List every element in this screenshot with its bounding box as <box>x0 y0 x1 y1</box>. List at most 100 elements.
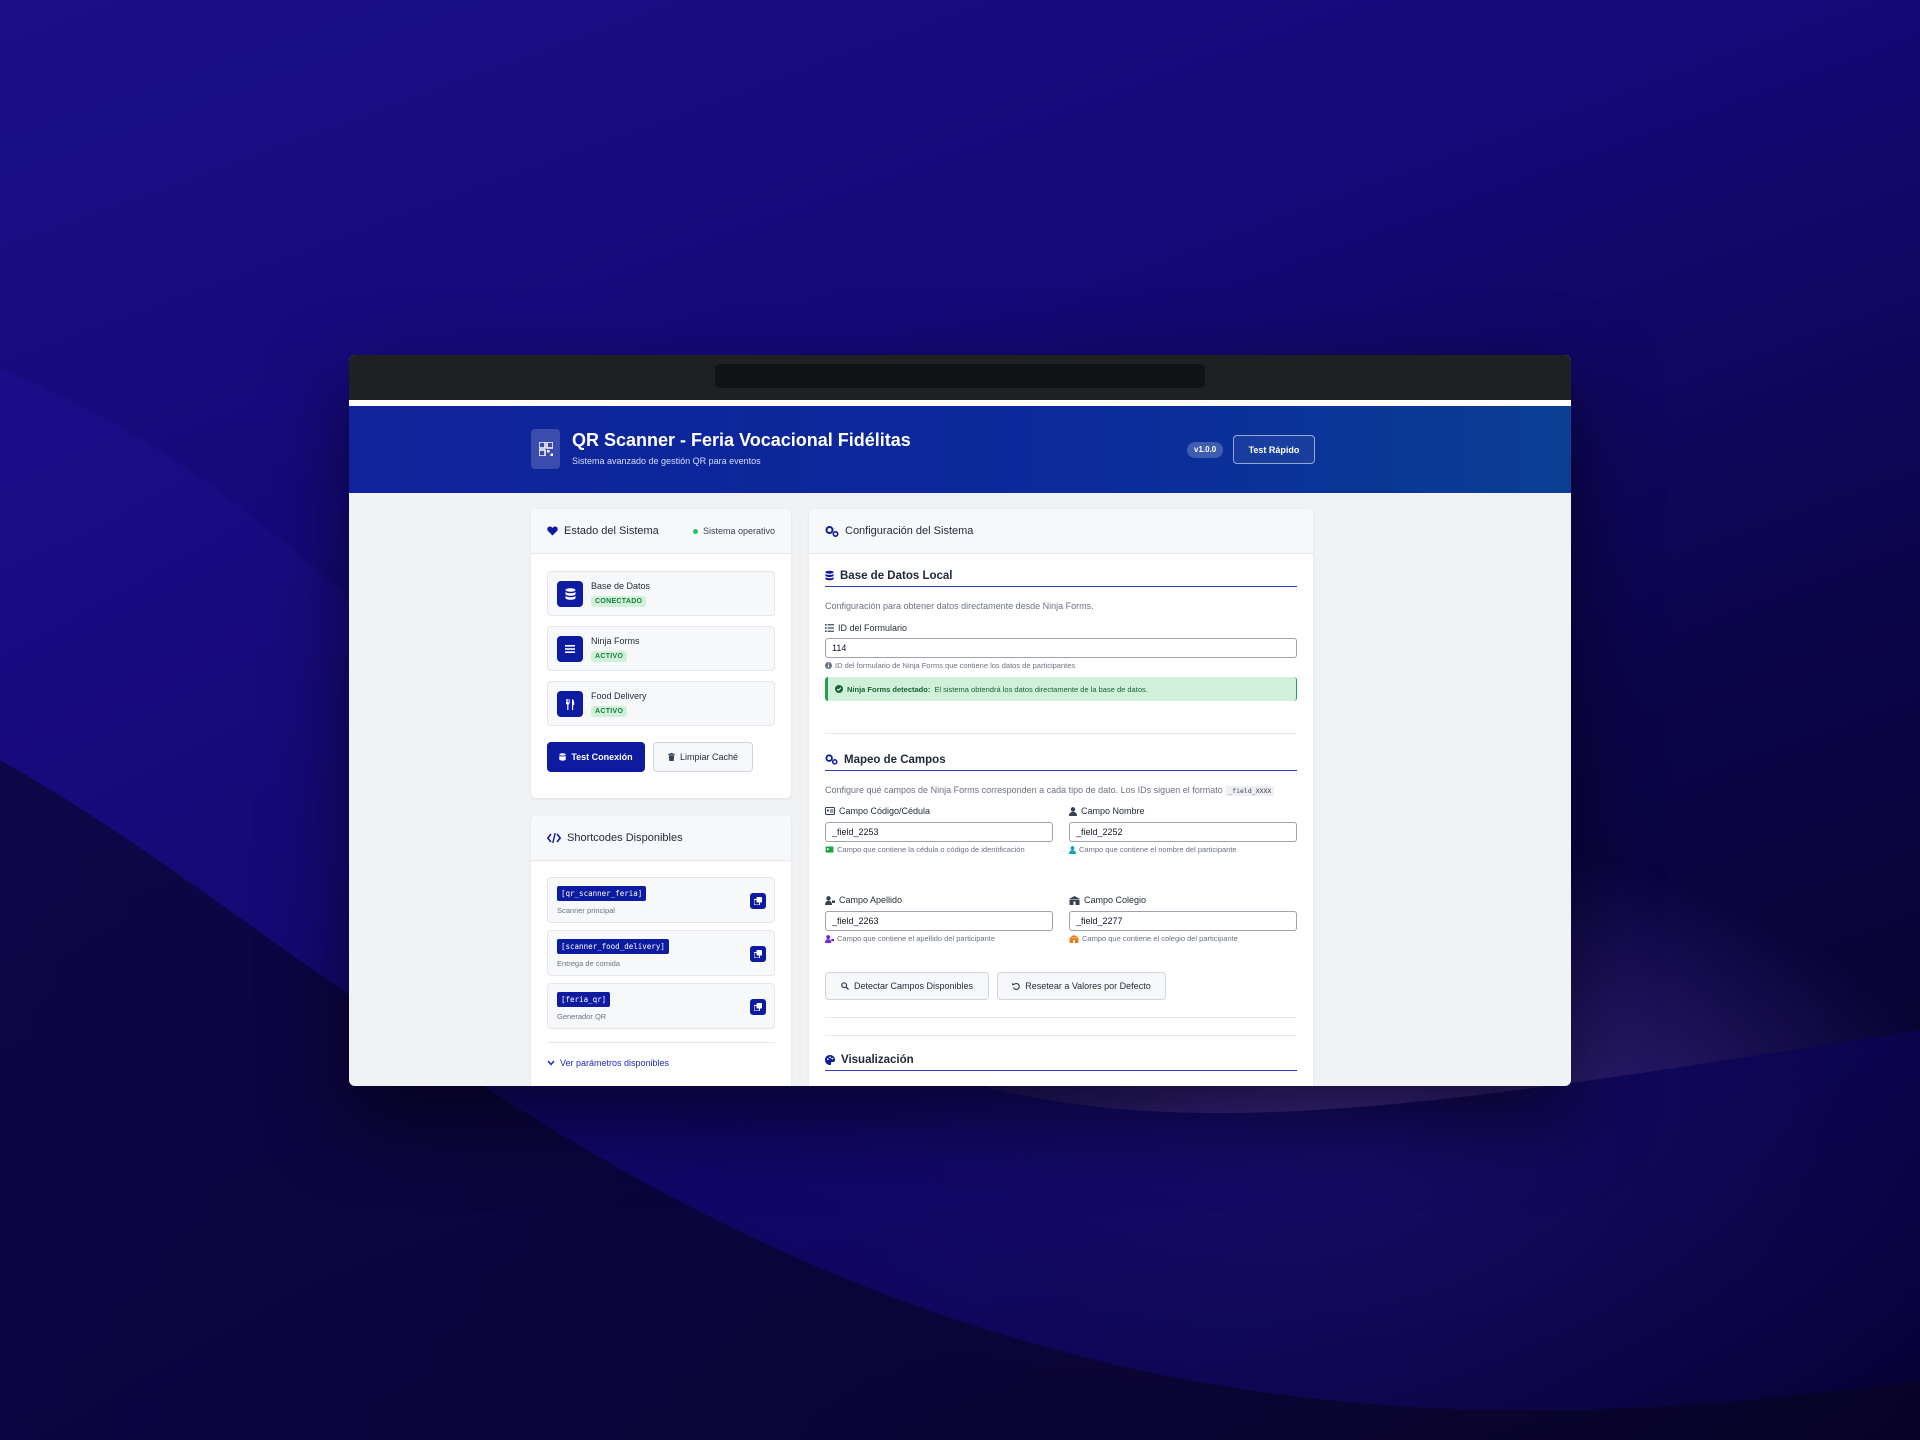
copy-icon[interactable] <box>750 999 766 1015</box>
database-icon <box>559 753 567 761</box>
field-code-hint-text: Campo que contiene la cédula o código de… <box>837 845 1025 854</box>
field-mapping-title: Mapeo de Campos <box>844 753 946 766</box>
field-school-label-text: Campo Colegio <box>1084 895 1147 905</box>
detect-fields-button[interactable]: Detectar Campos Disponibles <box>825 972 989 1000</box>
field-code-label: Campo Código/Cédula <box>825 806 930 816</box>
system-status-text: Sistema operativo <box>702 526 775 536</box>
divider <box>825 1017 1297 1018</box>
service-item-ninja-forms: Ninja Forms ACTIVO <box>547 626 775 671</box>
field-name-label-text: Campo Nombre <box>1081 806 1145 816</box>
shortcode-code: [scanner_food_delivery] <box>557 939 669 954</box>
app-subtitle: Sistema avanzado de gestión QR para even… <box>572 456 761 466</box>
database-icon <box>557 581 583 607</box>
shortcode-code: [qr_scanner_feria] <box>557 886 647 901</box>
field-school-label: Campo Colegio <box>1069 895 1146 905</box>
field-school-hint: Campo que contiene el colegio del partic… <box>1069 934 1238 943</box>
field-lastname-label: Campo Apellido <box>825 895 902 905</box>
quick-test-button[interactable]: Test Rápido <box>1233 435 1315 464</box>
service-item-database: Base de Datos CONECTADO <box>547 571 775 616</box>
user-icon <box>1069 806 1077 816</box>
field-code-input[interactable]: _field_2253 <box>825 822 1053 842</box>
service-name: Food Delivery <box>591 691 647 701</box>
app-title: QR Scanner - Feria Vocacional Fidélitas <box>572 430 911 450</box>
shortcode-item: [scanner_food_delivery] Entrega de comid… <box>547 930 775 976</box>
form-id-label-text: ID del Formulario <box>838 623 908 633</box>
field-lastname-hint-text: Campo que contiene el apellido del parti… <box>837 934 996 943</box>
list-icon <box>825 624 834 632</box>
field-name-input[interactable]: _field_2252 <box>1069 822 1297 842</box>
field-name-hint: Campo que contiene el nombre del partici… <box>1069 845 1237 854</box>
palette-icon <box>825 1054 835 1065</box>
shortcodes-card: Shortcodes Disponibles [qr_scanner_feria… <box>531 816 791 1086</box>
form-id-hint-text: ID del formulario de Ninja Forms que con… <box>835 661 1076 670</box>
field-name-label: Campo Nombre <box>1069 806 1145 816</box>
field-code-hint: Campo que contiene la cédula o código de… <box>825 845 1025 854</box>
browser-titlebar <box>349 355 1571 400</box>
shortcode-desc: Scanner principal <box>557 906 615 915</box>
reset-defaults-button[interactable]: Resetear a Valores por Defecto <box>997 972 1166 1000</box>
id-card-icon <box>825 846 834 853</box>
field-mapping-desc-text: Configure qué campos de Ninja Forms corr… <box>825 785 1223 795</box>
school-icon <box>1069 934 1079 943</box>
address-bar[interactable] <box>715 364 1205 388</box>
heart-pulse-icon <box>547 526 558 536</box>
info-circle-icon <box>825 662 832 669</box>
service-name: Ninja Forms <box>591 636 640 646</box>
visualization-section-title: Visualización <box>825 1049 1297 1071</box>
qr-code-icon <box>531 429 560 469</box>
field-mapping-description: Configure qué campos de Ninja Forms corr… <box>825 785 1275 796</box>
config-card: Configuración del Sistema Base de Datos … <box>809 509 1313 1086</box>
local-db-title: Base de Datos Local <box>840 569 953 582</box>
shortcode-desc: Entrega de comida <box>557 959 620 968</box>
shortcodes-title: Shortcodes Disponibles <box>567 832 683 844</box>
utensils-icon <box>557 691 583 717</box>
local-db-section-title: Base de Datos Local <box>825 565 1297 587</box>
user-tag-icon <box>825 934 834 943</box>
copy-icon[interactable] <box>750 893 766 909</box>
browser-window: QR Scanner - Feria Vocacional Fidélitas … <box>349 355 1571 1086</box>
reset-defaults-label: Resetear a Valores por Defecto <box>1025 981 1151 991</box>
field-lastname-input[interactable]: _field_2263 <box>825 911 1053 931</box>
field-code-label-text: Campo Código/Cédula <box>839 806 931 816</box>
shortcode-item: [feria_qr] Generador QR <box>547 983 775 1029</box>
copy-icon[interactable] <box>750 946 766 962</box>
service-name: Base de Datos <box>591 581 651 591</box>
system-status-card: Estado del Sistema Sistema operativo Bas… <box>531 509 791 798</box>
visualization-title: Visualización <box>841 1053 914 1066</box>
system-status-indicator: Sistema operativo <box>692 526 775 536</box>
app-header: QR Scanner - Feria Vocacional Fidélitas … <box>349 406 1571 493</box>
trash-icon <box>667 753 675 761</box>
clear-cache-label: Limpiar Caché <box>679 752 739 762</box>
view-parameters-link[interactable]: Ver parámetros disponibles <box>547 1058 669 1068</box>
service-item-food-delivery: Food Delivery ACTIVO <box>547 681 775 726</box>
test-connection-button[interactable]: Test Conexión <box>547 742 645 772</box>
gears-icon <box>825 754 838 765</box>
chevron-down-icon <box>547 1060 555 1066</box>
list-icon <box>557 636 583 662</box>
form-id-input[interactable]: 114 <box>825 638 1297 658</box>
field-school-input[interactable]: _field_2277 <box>1069 911 1297 931</box>
divider <box>547 1042 775 1043</box>
field-lastname-hint: Campo que contiene el apellido del parti… <box>825 934 995 943</box>
alert-strong-text: Ninja Forms detectado: <box>847 684 931 694</box>
shortcode-code: [feria_qr] <box>557 992 611 1007</box>
detect-fields-label: Detectar Campos Disponibles <box>853 981 974 991</box>
undo-icon <box>1012 982 1021 990</box>
user-tag-icon <box>825 895 835 905</box>
form-id-label: ID del Formulario <box>825 623 907 633</box>
divider <box>825 733 1297 734</box>
status-badge: CONECTADO <box>591 596 647 607</box>
status-dot-icon <box>692 528 698 534</box>
system-status-title: Estado del Sistema <box>564 525 659 537</box>
field-lastname-label-text: Campo Apellido <box>839 895 903 905</box>
code-icon <box>547 833 561 843</box>
clear-cache-button[interactable]: Limpiar Caché <box>653 742 753 772</box>
view-parameters-label: Ver parámetros disponibles <box>560 1058 670 1068</box>
divider <box>825 1035 1297 1036</box>
id-card-icon <box>825 807 835 815</box>
check-circle-icon <box>835 685 843 693</box>
config-title: Configuración del Sistema <box>845 525 974 537</box>
gears-icon <box>825 525 839 537</box>
field-name-hint-text: Campo que contiene el nombre del partici… <box>1079 845 1237 854</box>
version-badge: v1.0.0 <box>1187 442 1224 458</box>
